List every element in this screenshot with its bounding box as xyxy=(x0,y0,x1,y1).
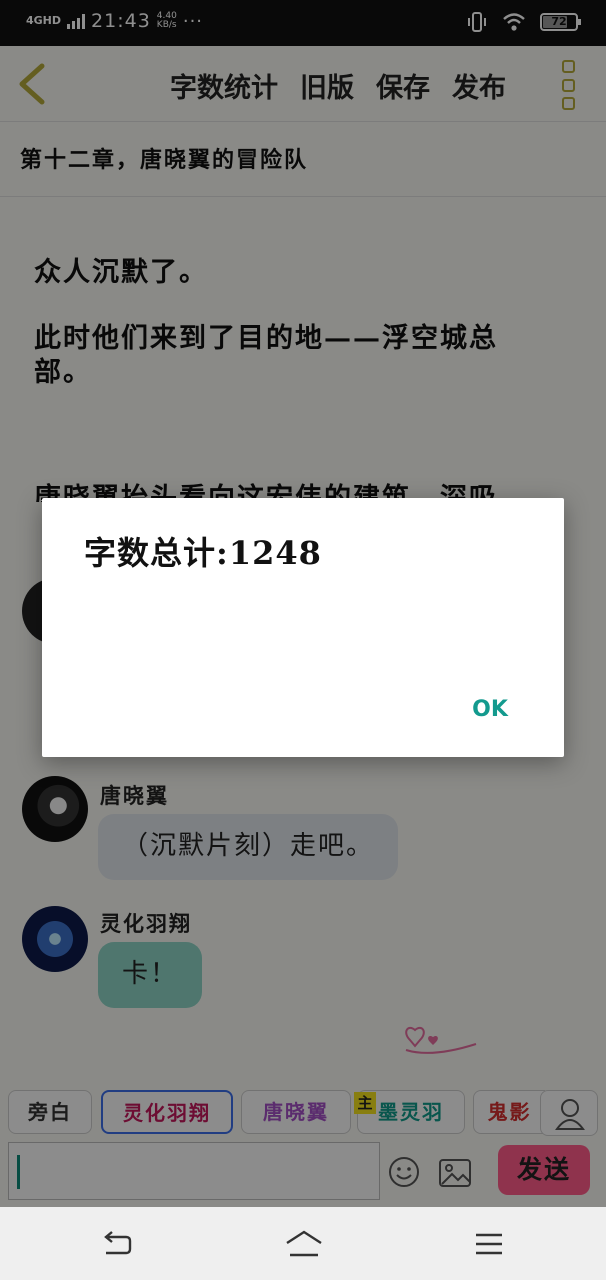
back-icon[interactable] xyxy=(100,1227,134,1261)
word-count-message: 字数总计:1248 xyxy=(84,534,322,572)
system-nav-bar xyxy=(0,1207,606,1280)
home-icon[interactable] xyxy=(284,1227,324,1261)
word-count-dialog: 字数总计:1248 OK xyxy=(42,498,564,757)
ok-button[interactable]: OK xyxy=(462,692,518,728)
recent-apps-icon[interactable] xyxy=(472,1227,506,1261)
